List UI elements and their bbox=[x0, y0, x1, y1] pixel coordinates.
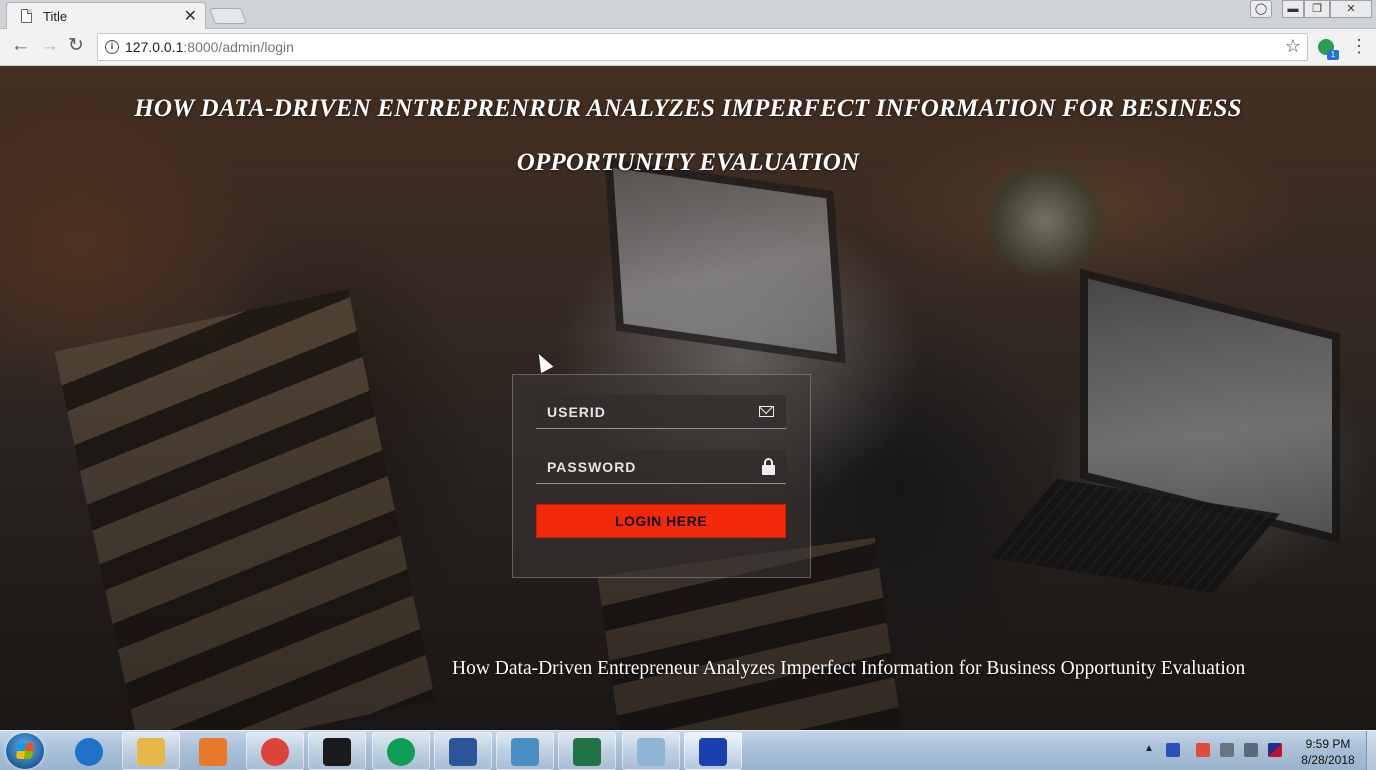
browser-tab-strip: Title ✕ ◯ ▬ ❐ ✕ bbox=[0, 0, 1376, 29]
volume-icon[interactable] bbox=[1244, 743, 1258, 757]
minimize-button[interactable]: ▬ bbox=[1282, 0, 1304, 18]
url-text[interactable]: 127.0.0.1:8000/admin/login bbox=[125, 39, 294, 55]
tab-title: Title bbox=[43, 9, 68, 24]
taskbar-app-photo-viewer[interactable] bbox=[496, 732, 554, 770]
document-icon bbox=[21, 9, 32, 23]
taskbar-app-media-player[interactable] bbox=[184, 732, 242, 770]
url-path: :8000/admin/login bbox=[183, 39, 294, 55]
system-clock[interactable]: 9:59 PM 8/28/2018 bbox=[1298, 736, 1358, 768]
info-icon[interactable]: i bbox=[105, 40, 119, 54]
userid-input[interactable] bbox=[536, 395, 746, 429]
media-player-icon bbox=[199, 738, 227, 766]
taskbar-app-hangouts[interactable] bbox=[372, 732, 430, 770]
tray-app-icon[interactable] bbox=[1166, 743, 1180, 757]
close-window-button[interactable]: ✕ bbox=[1330, 0, 1372, 18]
url-host: 127.0.0.1 bbox=[125, 39, 184, 55]
taskbar-app-excel[interactable] bbox=[558, 732, 616, 770]
lock-icon bbox=[762, 458, 775, 475]
file-explorer-icon bbox=[137, 738, 165, 766]
page-footer-text: How Data-Driven Entrepreneur Analyzes Im… bbox=[452, 658, 1246, 679]
taskbar-app-file-explorer[interactable] bbox=[122, 732, 180, 770]
start-button[interactable] bbox=[6, 733, 44, 769]
windows-taskbar: ▲ 9:59 PM 8/28/2018 bbox=[0, 730, 1376, 770]
notepad-icon bbox=[637, 738, 665, 766]
excel-icon bbox=[573, 738, 601, 766]
extension-badge: 1 bbox=[1327, 50, 1339, 60]
page-title: HOW DATA-DRIVEN ENTREPRENRUR ANALYZES IM… bbox=[134, 95, 1242, 176]
clock-date: 8/28/2018 bbox=[1301, 753, 1355, 767]
network-icon[interactable] bbox=[1220, 743, 1234, 757]
bookmark-star-icon[interactable]: ☆ bbox=[1285, 36, 1301, 57]
login-button[interactable]: LOGIN HERE bbox=[536, 504, 786, 538]
word-icon bbox=[449, 738, 477, 766]
forward-arrow-icon[interactable]: → bbox=[40, 36, 59, 56]
windows-logo-icon bbox=[15, 743, 35, 759]
userid-field-wrapper bbox=[536, 395, 786, 429]
browser-toolbar: ← → ↻ i 127.0.0.1:8000/admin/login ☆ 1 ⋮ bbox=[0, 29, 1376, 66]
password-field-wrapper bbox=[536, 450, 786, 484]
taskbar-app-notepad[interactable] bbox=[622, 732, 680, 770]
address-bar[interactable]: i 127.0.0.1:8000/admin/login ☆ bbox=[97, 33, 1308, 61]
tab-close-icon[interactable]: ✕ bbox=[184, 6, 197, 26]
maximize-button[interactable]: ❐ bbox=[1304, 0, 1330, 18]
back-arrow-icon[interactable]: ← bbox=[11, 36, 30, 56]
password-input[interactable] bbox=[536, 450, 746, 484]
taskbar-app-word[interactable] bbox=[434, 732, 492, 770]
chrome-icon bbox=[261, 738, 289, 766]
taskbar-app-chrome[interactable] bbox=[246, 732, 304, 770]
remote-desktop-icon bbox=[699, 738, 727, 766]
action-center-flag-icon[interactable] bbox=[1196, 743, 1210, 757]
envelope-icon bbox=[759, 406, 774, 417]
browser-tab[interactable]: Title ✕ bbox=[6, 2, 206, 29]
taskbar-app-pycharm[interactable] bbox=[308, 732, 366, 770]
photo-viewer-icon bbox=[511, 738, 539, 766]
new-tab-button[interactable] bbox=[209, 8, 247, 24]
profile-button[interactable]: ◯ bbox=[1250, 0, 1272, 18]
show-desktop-button[interactable] bbox=[1366, 731, 1376, 770]
language-flag-icon[interactable] bbox=[1268, 743, 1282, 757]
hangouts-icon bbox=[387, 738, 415, 766]
internet-explorer-icon bbox=[75, 738, 103, 766]
pycharm-icon bbox=[323, 738, 351, 766]
taskbar-app-internet-explorer[interactable] bbox=[60, 732, 118, 770]
browser-menu-icon[interactable]: ⋮ bbox=[1350, 36, 1368, 56]
page-viewport: HOW DATA-DRIVEN ENTREPRENRUR ANALYZES IM… bbox=[0, 66, 1376, 730]
clock-time: 9:59 PM bbox=[1305, 737, 1351, 751]
tray-expand-icon[interactable]: ▲ bbox=[1144, 743, 1154, 754]
taskbar-app-remote-desktop[interactable] bbox=[684, 732, 742, 770]
login-form: LOGIN HERE bbox=[512, 374, 811, 578]
reload-icon[interactable]: ↻ bbox=[68, 36, 84, 56]
